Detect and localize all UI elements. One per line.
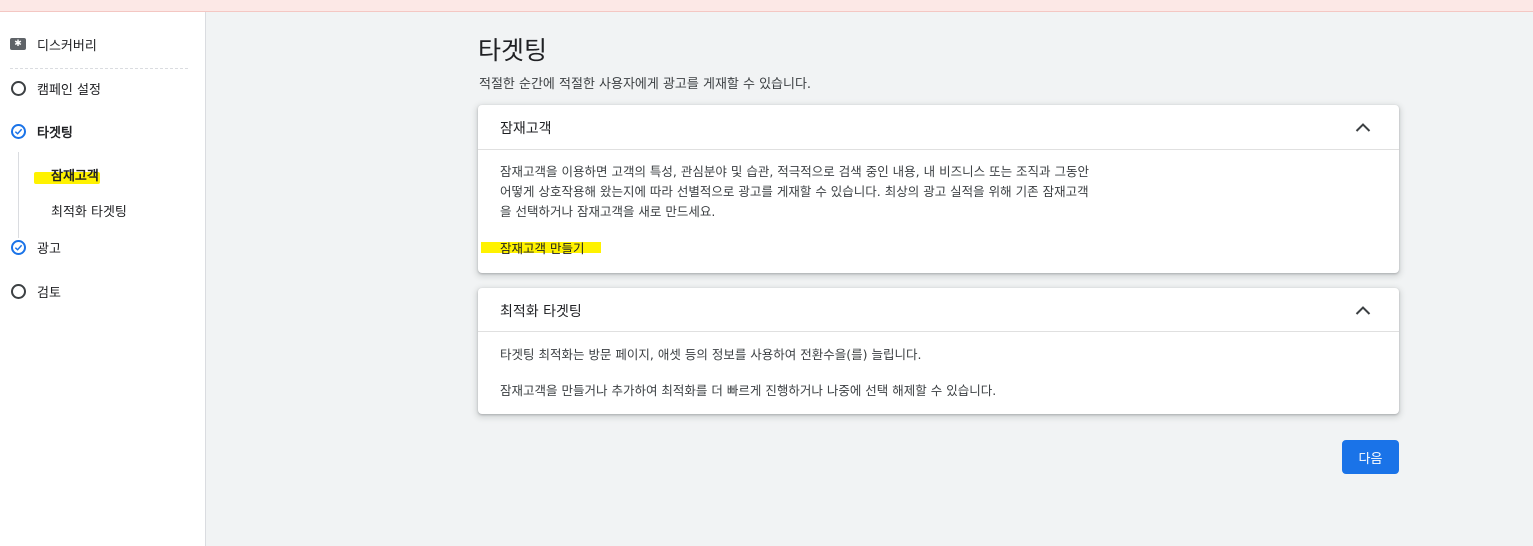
sidebar-subitem-audience[interactable]: 잠재고객 bbox=[51, 165, 99, 184]
optimized-targeting-card-header[interactable]: 최적화 타겟팅 bbox=[478, 288, 1399, 332]
next-button[interactable]: 다음 bbox=[1342, 440, 1399, 474]
check-circle-icon bbox=[10, 123, 26, 139]
subnav-line bbox=[18, 152, 19, 238]
create-audience-link[interactable]: 잠재고객 만들기 bbox=[500, 238, 584, 257]
sidebar-item-label: 디스커버리 bbox=[37, 38, 97, 54]
audience-description: 잠재고객을 이용하면 고객의 특성, 관심분야 및 습관, 적극적으로 검색 중… bbox=[500, 162, 1140, 222]
chevron-up-icon[interactable] bbox=[1353, 301, 1373, 321]
sidebar-subitem-optimized-targeting[interactable]: 최적화 타겟팅 bbox=[51, 201, 127, 220]
audience-description-line: 잠재고객을 이용하면 고객의 특성, 관심분야 및 습관, 적극적으로 검색 중… bbox=[500, 164, 1090, 179]
sidebar-item-ads[interactable]: 광고 bbox=[0, 229, 205, 265]
discovery-icon: ✱ bbox=[10, 36, 26, 52]
optimized-targeting-card-title: 최적화 타겟팅 bbox=[500, 304, 582, 320]
audience-card-header[interactable]: 잠재고객 bbox=[478, 105, 1399, 150]
chevron-up-icon[interactable] bbox=[1353, 118, 1373, 138]
sidebar-item-label: 캠페인 설정 bbox=[37, 82, 101, 98]
sidebar-item-review[interactable]: 검토 bbox=[0, 273, 205, 309]
optimized-targeting-card: 최적화 타겟팅 타겟팅 최적화는 방문 페이지, 애셋 등의 정보를 사용하여 … bbox=[478, 288, 1399, 414]
optimized-description-line: 타겟팅 최적화는 방문 페이지, 애셋 등의 정보를 사용하여 전환수을(를) … bbox=[500, 347, 922, 362]
optimized-description-line: 잠재고객을 만들거나 추가하여 최적화를 더 빠르게 진행하거나 나중에 선택 … bbox=[500, 383, 997, 398]
audience-description-line: 을 선택하거나 잠재고객을 새로 만드세요. bbox=[500, 204, 716, 219]
audience-description-line: 어떻게 상호작용해 왔는지에 따라 선별적으로 광고를 게재할 수 있습니다. … bbox=[500, 184, 1089, 199]
sidebar-nav: ✱ 디스커버리 캠페인 설정 타겟팅 잠재고객 최적화 타겟팅 광고 검토 bbox=[0, 12, 206, 546]
page-subtitle: 적절한 순간에 적절한 사용자에게 광고를 게재할 수 있습니다. bbox=[479, 77, 812, 92]
page-title: 타겟팅 bbox=[478, 36, 548, 65]
sidebar-divider bbox=[10, 68, 188, 69]
top-alert-bar bbox=[0, 0, 1533, 12]
sidebar-item-discovery[interactable]: ✱ 디스커버리 bbox=[0, 26, 205, 62]
incomplete-circle-icon bbox=[10, 80, 26, 96]
sidebar-item-label: 검토 bbox=[37, 285, 61, 301]
audience-card-title: 잠재고객 bbox=[500, 121, 552, 137]
audience-card: 잠재고객 잠재고객을 이용하면 고객의 특성, 관심분야 및 습관, 적극적으로… bbox=[478, 105, 1399, 273]
check-circle-icon bbox=[10, 239, 26, 255]
incomplete-circle-icon bbox=[10, 283, 26, 299]
sidebar-item-label: 광고 bbox=[37, 241, 61, 257]
sidebar-item-targeting[interactable]: 타겟팅 bbox=[0, 113, 205, 149]
sidebar-item-label: 타겟팅 bbox=[37, 125, 73, 141]
sidebar-item-campaign-settings[interactable]: 캠페인 설정 bbox=[0, 70, 205, 106]
